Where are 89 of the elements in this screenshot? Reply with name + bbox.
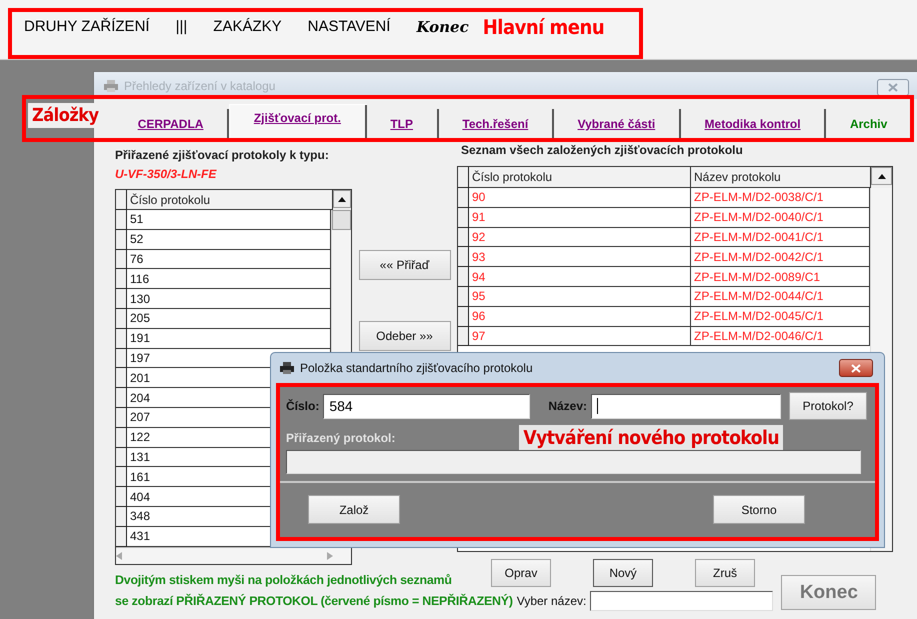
close-button[interactable]: [839, 359, 873, 377]
type-code: U-VF-350/3-LN-FE: [115, 167, 218, 181]
table-cell: ZP-ELM-M/D2-0089/C1: [691, 267, 870, 287]
table-cell: 76: [127, 250, 331, 270]
column-header: Název protokolu: [691, 167, 871, 188]
table-cell: ZP-ELM-M/D2-0042/C/1: [691, 247, 870, 268]
row-selector[interactable]: [458, 326, 469, 346]
table-cell: 130: [127, 289, 331, 309]
annotation-label: Vytváření nového protokolu: [519, 425, 784, 451]
row-selector[interactable]: [116, 487, 127, 507]
table-cell: 92: [469, 228, 691, 248]
table-cell: ZP-ELM-M/D2-0046/C/1: [691, 326, 870, 346]
row-selector[interactable]: [458, 228, 469, 248]
annotation-label: Hlavní menu: [482, 14, 604, 38]
printer-icon: [104, 80, 118, 92]
row-selector[interactable]: [458, 247, 469, 268]
input-field[interactable]: 584: [323, 394, 530, 418]
scroll-up-button[interactable]: [333, 190, 351, 208]
exit-button[interactable]: Konec: [781, 575, 876, 610]
action-button[interactable]: Oprav: [491, 559, 551, 587]
table-cell: ZP-ELM-M/D2-0041/C/1: [691, 228, 870, 248]
close-icon: [851, 364, 861, 372]
table-cell: 52: [127, 230, 331, 250]
row-selector[interactable]: [116, 448, 127, 468]
action-button[interactable]: Nový: [593, 559, 653, 587]
column-header: Číslo protokolu: [469, 167, 691, 188]
row-selector[interactable]: [458, 188, 469, 208]
list-heading: Přiřazené zjišťovací protokoly k typu:: [115, 148, 330, 162]
menu-item[interactable]: NASTAVENÍ: [308, 18, 390, 35]
row-selector[interactable]: [116, 269, 127, 290]
lookup-button[interactable]: Protokol?: [789, 392, 868, 420]
table-cell: ZP-ELM-M/D2-0038/C/1: [691, 188, 870, 208]
table-cell: 95: [469, 286, 691, 307]
row-selector[interactable]: [116, 526, 127, 547]
table-cell: 97: [469, 326, 691, 346]
row-selector[interactable]: [116, 250, 127, 270]
caret-icon: [338, 196, 346, 202]
table-cell: ZP-ELM-M/D2-0040/C/1: [691, 208, 870, 228]
table-cell: ZP-ELM-M/D2-0045/C/1: [691, 306, 870, 327]
row-selector[interactable]: [116, 467, 127, 488]
row-selector[interactable]: [116, 506, 127, 527]
row-selector[interactable]: [116, 190, 127, 210]
tab[interactable]: Zjišťovací prot.: [229, 105, 367, 139]
search-label: Vyber název:: [516, 594, 586, 608]
remove-button[interactable]: Odeber »»: [358, 321, 450, 351]
table-cell: 205: [127, 308, 331, 329]
row-selector[interactable]: [116, 408, 127, 428]
input-field[interactable]: [591, 394, 782, 418]
hint-text: Dvojitým stiskem myši na položkách jednotlivých seznamů: [115, 573, 453, 587]
exit-menu-item[interactable]: Konec: [416, 18, 469, 36]
column-header: Číslo protokolu: [127, 190, 333, 210]
row-selector[interactable]: [116, 308, 127, 329]
row-selector[interactable]: [458, 286, 469, 307]
row-selector[interactable]: [458, 267, 469, 287]
row-selector[interactable]: [116, 388, 127, 408]
table-cell: ZP-ELM-M/D2-0044/C/1: [691, 286, 870, 307]
table-cell: 94: [469, 267, 691, 287]
table-cell: 93: [469, 247, 691, 268]
table-cell: 91: [469, 208, 691, 228]
close-icon: [888, 83, 898, 92]
row-selector[interactable]: [116, 348, 127, 368]
row-selector[interactable]: [458, 167, 469, 188]
caret-icon: [878, 173, 886, 179]
table-cell: 96: [469, 306, 691, 327]
table-cell: 51: [127, 210, 331, 230]
search-field[interactable]: [590, 591, 774, 611]
table-cell: 90: [469, 188, 691, 208]
dialog-button[interactable]: Založ: [308, 495, 400, 524]
table-cell: 116: [127, 269, 331, 290]
menu-item[interactable]: ZAKÁZKY: [213, 18, 282, 35]
dialog-button[interactable]: Storno: [713, 495, 805, 524]
row-selector[interactable]: [458, 208, 469, 228]
row-selector[interactable]: [458, 306, 469, 327]
hint-text: se zobrazí PŘIŘAZENÝ PROTOKOL (červené písmo = NEPŘIŘAZENÝ): [115, 594, 513, 608]
row-selector[interactable]: [116, 428, 127, 448]
row-selector[interactable]: [116, 230, 127, 250]
field-label: Název:: [548, 399, 588, 413]
row-selector[interactable]: [116, 368, 127, 388]
printer-icon: [280, 362, 294, 374]
table-cell: 191: [127, 328, 331, 349]
row-selector[interactable]: [116, 328, 127, 349]
action-button[interactable]: Zruš: [695, 559, 755, 587]
row-selector[interactable]: [116, 289, 127, 309]
list-heading: Seznam všech založených zjišťovacích protokolu: [461, 143, 744, 157]
assign-button[interactable]: «« Přiřaď: [358, 250, 450, 280]
scroll-up-button[interactable]: [871, 167, 892, 185]
row-selector[interactable]: [116, 210, 127, 230]
menu-item[interactable]: |||: [176, 18, 188, 35]
menu-item[interactable]: DRUHY ZAŘÍZENÍ: [24, 18, 150, 35]
